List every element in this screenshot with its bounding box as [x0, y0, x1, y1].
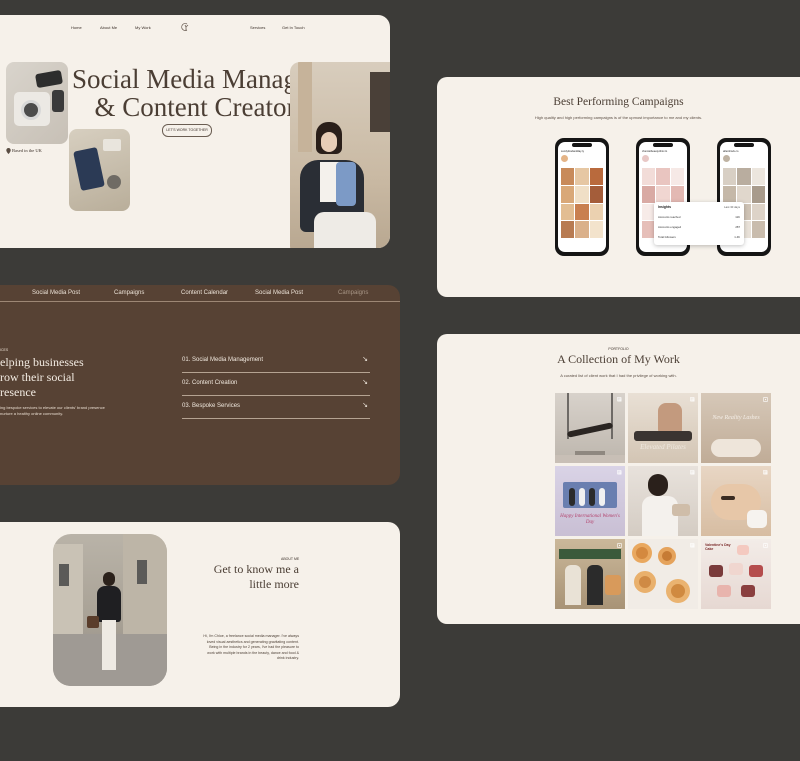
video-badge-icon [617, 543, 622, 548]
about-bio-line: drink industry. [276, 656, 299, 661]
about-heading: Get to know me a little more [180, 562, 299, 592]
portfolio-section: PORTFOLIO A Collection of My Work A cura… [437, 334, 800, 624]
portfolio-tile[interactable] [628, 539, 698, 609]
about-heading-line: little more [249, 577, 299, 591]
nav-about[interactable]: About Me [100, 25, 117, 30]
about-kicker: ABOUT ME [281, 557, 300, 561]
video-badge-icon [763, 543, 768, 548]
marquee-item: Campaigns [338, 290, 369, 296]
location-pin-icon [6, 148, 11, 154]
campaigns-title: Best Performing Campaigns [553, 96, 684, 108]
service-item-label: 01. Social Media Management [182, 357, 264, 363]
portfolio-tile[interactable] [701, 466, 771, 536]
phone-handle: sundyfoodandday.ty [561, 150, 585, 153]
portfolio-tile[interactable]: New Reality Lashes [701, 393, 771, 463]
services-section: Social Media Post Campaigns Content Cale… [0, 285, 400, 485]
insights-title: Insights [658, 205, 671, 209]
about-heading-line: Get to know me a [213, 562, 299, 576]
carousel-badge-icon [617, 470, 622, 475]
phone-handle: aftershock.co [723, 150, 739, 153]
portfolio-tile[interactable] [555, 393, 625, 463]
marquee-item: Social Media Post [255, 290, 304, 296]
hero-section: Home About Me My Work Services Get In To… [0, 15, 390, 248]
services-heading-line: resence [0, 385, 36, 399]
services-description: ing bespoke services to elevate our clie… [0, 405, 105, 417]
portfolio-tile[interactable]: Happy International Women's Day [555, 466, 625, 536]
carousel-badge-icon [690, 397, 695, 402]
portfolio-tile[interactable]: Elevated Pilates [628, 393, 698, 463]
phone-mockup-1: sundyfoodandday.ty [555, 138, 609, 256]
service-item-bespoke-services[interactable]: 03. Bespoke Services ↘ [182, 395, 370, 419]
insights-row-value: 11K [735, 215, 740, 219]
services-description-line: nurture a healthy online community. [0, 411, 64, 416]
tile-caption: New Reality Lashes [712, 415, 760, 421]
marquee-item: Social Media Post [32, 290, 81, 296]
portrait-photo [290, 62, 390, 248]
nav-work[interactable]: My Work [135, 25, 151, 30]
insights-period: Last 30 days [724, 205, 740, 209]
video-badge-icon [763, 397, 768, 402]
carousel-badge-icon [617, 397, 622, 402]
arrow-down-right-icon: ↘ [362, 402, 368, 409]
tile-caption: Elevated Pilates [640, 443, 686, 451]
location-text: Based in the UK [12, 148, 42, 153]
phone-handle: chemistbeautyclinic.lo [642, 150, 668, 153]
insights-row-value: 1.4K [734, 235, 740, 239]
nav-contact[interactable]: Get In Touch [282, 25, 305, 30]
nav-services[interactable]: Services [250, 25, 265, 30]
service-item-content-creation[interactable]: 02. Content Creation ↘ [182, 372, 370, 396]
campaigns-section: Best Performing Campaigns High quality a… [437, 77, 800, 297]
portfolio-title: A Collection of My Work [557, 352, 680, 366]
arrow-down-right-icon: ↘ [362, 379, 368, 386]
about-bio: Hi, I'm Chloe, a freelance social media … [180, 634, 299, 662]
logo-monogram-icon[interactable] [180, 22, 190, 32]
arrow-down-right-icon: ↘ [362, 356, 368, 363]
nav-home[interactable]: Home [71, 25, 82, 30]
carousel-badge-icon [690, 543, 695, 548]
insights-popup: Insights Last 30 days Accounts reached 1… [654, 202, 744, 245]
carousel-badge-icon [763, 470, 768, 475]
insights-row-label: Total followers [658, 235, 676, 239]
portfolio-kicker: PORTFOLIO [608, 347, 629, 351]
portfolio-subtitle: A curated list of client work that I had… [560, 373, 677, 378]
portfolio-tile[interactable] [555, 539, 625, 609]
about-section: ABOUT ME Get to know me a little more Hi… [0, 522, 400, 707]
services-heading-line: row their social [0, 370, 75, 384]
portfolio-tile[interactable]: Valentine's Day Cake [701, 539, 771, 609]
work-together-button[interactable]: LET'S WORK TOGETHER [162, 124, 212, 137]
carousel-badge-icon [690, 470, 695, 475]
about-photo [53, 534, 167, 686]
devices-photo [69, 129, 130, 211]
insights-row-label: Accounts engaged [658, 225, 682, 229]
tile-caption: Valentine's Day Cake [705, 543, 731, 551]
services-heading-line: elping businesses [0, 355, 84, 369]
tile-caption: Happy International Women's Day [560, 514, 620, 525]
services-kicker: ICES [0, 348, 9, 352]
insights-row-label: Accounts reached [658, 215, 681, 219]
service-item-label: 03. Bespoke Services [182, 403, 241, 409]
service-item-label: 02. Content Creation [182, 380, 238, 386]
marquee-item: Campaigns [114, 290, 145, 296]
marquee-item: Content Calendar [181, 290, 229, 296]
service-item-social-media-management[interactable]: 01. Social Media Management ↘ [182, 349, 370, 373]
insights-row-value: 287 [735, 225, 740, 229]
campaigns-subtitle: High quality and high performing campaig… [534, 115, 703, 120]
portfolio-tile[interactable] [628, 466, 698, 536]
services-heading: elping businesses row their social resen… [0, 355, 84, 400]
